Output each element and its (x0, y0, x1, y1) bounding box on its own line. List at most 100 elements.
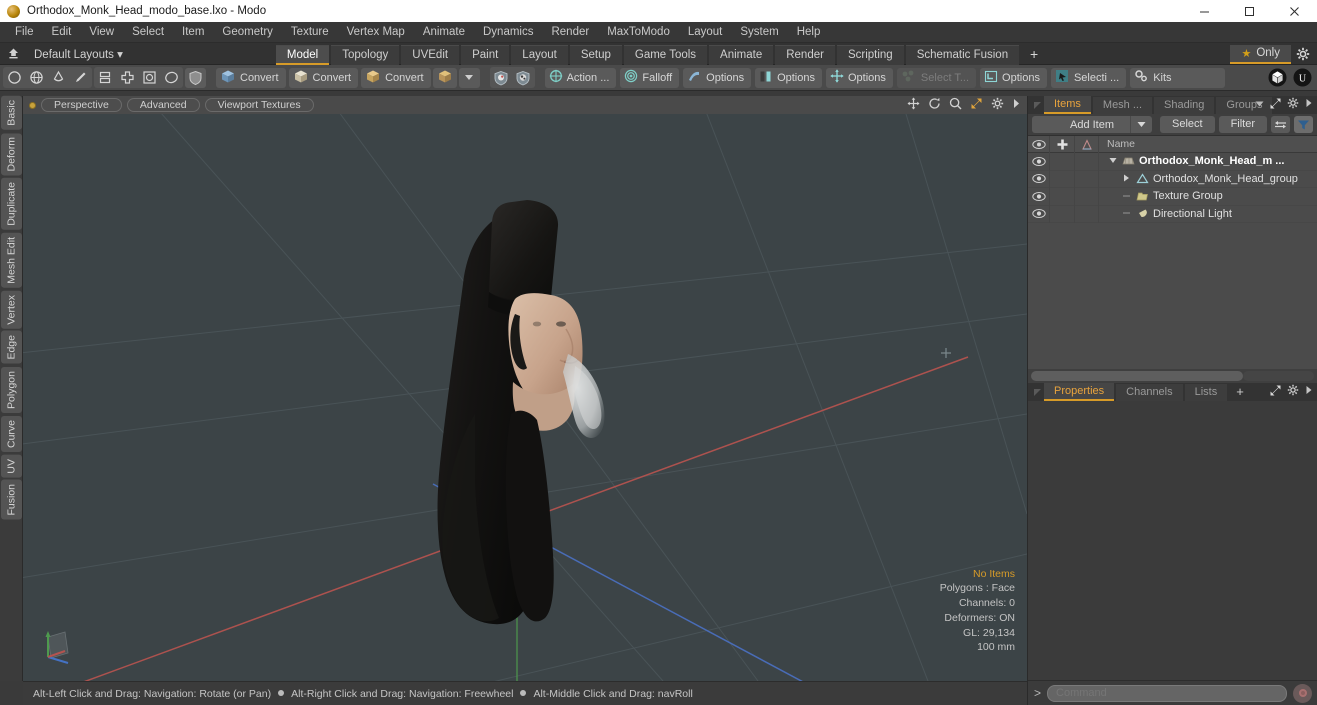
record-icon[interactable] (1293, 683, 1312, 703)
table-row[interactable]: Texture Group (1028, 187, 1317, 206)
scrollbar-track[interactable] (1243, 371, 1314, 381)
close-icon[interactable] (1272, 0, 1317, 22)
menu-item-texture[interactable]: Texture (282, 22, 338, 43)
viewport-active-dot[interactable] (29, 101, 36, 109)
convert-button-1[interactable]: Convert (216, 67, 286, 88)
add-layout-tab-button[interactable]: + (1021, 44, 1047, 64)
row-transform-cell[interactable] (1050, 153, 1075, 170)
item-tree-hscrollbar[interactable] (1028, 369, 1317, 383)
chevron-down-icon[interactable] (1130, 116, 1152, 133)
gear-icon[interactable] (1287, 384, 1299, 399)
layout-tab-setup[interactable]: Setup (569, 44, 622, 65)
toolbar-button-select-through[interactable]: Select T... (896, 67, 977, 88)
add-item-button[interactable]: Add Item (1032, 116, 1152, 133)
minimize-icon[interactable] (1182, 0, 1227, 22)
table-row[interactable]: Orthodox_Monk_Head_m ... (1028, 153, 1317, 171)
shield-ball-icon[interactable] (491, 68, 512, 88)
toolbar-button-action-center[interactable]: Action ... (544, 67, 617, 88)
sphere-icon[interactable] (26, 68, 47, 88)
menu-item-render[interactable]: Render (542, 22, 598, 43)
unity-export-icon[interactable] (1267, 68, 1288, 88)
menu-item-view[interactable]: View (80, 22, 123, 43)
eye-icon[interactable] (1028, 170, 1050, 188)
shield-icon[interactable] (185, 67, 206, 88)
items-tab-shading[interactable]: Shading (1154, 97, 1215, 114)
pan-icon[interactable] (907, 97, 920, 113)
left-tab-fusion[interactable]: Fusion (1, 480, 22, 520)
funnel-icon[interactable] (1294, 116, 1313, 133)
command-input[interactable] (1047, 684, 1287, 702)
gear-icon[interactable] (1287, 97, 1299, 112)
convert-button-3[interactable]: Convert (361, 67, 431, 88)
menu-item-geometry[interactable]: Geometry (213, 22, 282, 43)
layout-tab-topology[interactable]: Topology (331, 44, 400, 65)
left-tab-edge[interactable]: Edge (1, 331, 22, 364)
toolbar-button-workplane-options[interactable]: Options (826, 67, 893, 88)
left-tab-duplicate[interactable]: Duplicate (1, 178, 22, 230)
layout-tab-game-tools[interactable]: Game Tools (623, 44, 708, 65)
menu-item-maxtomodo[interactable]: MaxToModo (598, 22, 679, 43)
rotate-icon[interactable] (928, 97, 941, 113)
circle-icon[interactable] (4, 68, 25, 88)
maximize-icon[interactable] (1227, 0, 1272, 22)
menu-item-edit[interactable]: Edit (43, 22, 81, 43)
layout-tab-scripting[interactable]: Scripting (836, 44, 904, 65)
tree-item[interactable]: Orthodox_Monk_Head_m ... (1099, 155, 1317, 167)
menu-item-select[interactable]: Select (123, 22, 173, 43)
mesh-layers-icon[interactable] (95, 68, 116, 88)
layout-tab-layout[interactable]: Layout (511, 44, 568, 65)
default-layouts-dropdown[interactable]: Default Layouts ▾ (26, 47, 131, 61)
menu-item-file[interactable]: File (6, 22, 43, 43)
row-transform-cell[interactable] (1050, 170, 1075, 188)
menu-item-animate[interactable]: Animate (414, 22, 474, 43)
row-transform-cell[interactable] (1050, 187, 1075, 205)
item-tree[interactable]: Orthodox_Monk_Head_m ... Orthodox_Monk_He… (1028, 153, 1317, 369)
viewport-mode-perspective[interactable]: Perspective (41, 98, 122, 112)
viewport-textures-toggle[interactable]: Viewport Textures (204, 98, 314, 112)
layout-tab-model[interactable]: Model (275, 44, 330, 65)
left-tab-mesh-edit[interactable]: Mesh Edit (1, 232, 22, 288)
chevron-down-icon[interactable] (1107, 157, 1118, 166)
scrollbar-thumb[interactable] (1031, 371, 1244, 381)
row-render-cell[interactable] (1075, 170, 1099, 188)
chevron-right-icon[interactable] (1012, 98, 1021, 112)
cube-dropdown-button[interactable] (432, 67, 457, 88)
cone-icon[interactable] (48, 68, 69, 88)
home-layout-icon[interactable] (0, 43, 26, 65)
left-tab-polygon[interactable]: Polygon (1, 366, 22, 413)
left-tab-uv[interactable]: UV (1, 454, 22, 478)
chevron-down-icon[interactable] (1255, 99, 1264, 111)
items-tab-mesh[interactable]: Mesh ... (1092, 97, 1153, 114)
menu-item-system[interactable]: System (731, 22, 787, 43)
viewport-3d[interactable]: Perspective Advanced Viewport Textures N… (23, 96, 1027, 681)
unreal-export-icon[interactable]: U (1292, 68, 1313, 88)
table-row[interactable]: Orthodox_Monk_Head_group (1028, 170, 1317, 188)
expand-icon[interactable] (1270, 385, 1281, 399)
toolbar-button-selection-set[interactable]: Selecti ... (1050, 67, 1127, 88)
toolbar-button-snap-options[interactable]: Options (683, 67, 752, 88)
axis-gizmo-icon[interactable] (35, 623, 81, 669)
menu-item-vertex-map[interactable]: Vertex Map (338, 22, 414, 43)
layout-tab-animate[interactable]: Animate (709, 44, 774, 65)
gear-icon[interactable] (1291, 44, 1315, 65)
expand-icon[interactable] (1270, 98, 1281, 112)
layout-tab-render[interactable]: Render (775, 44, 835, 65)
menu-item-layout[interactable]: Layout (679, 22, 732, 43)
row-render-cell[interactable] (1075, 205, 1099, 223)
menu-item-dynamics[interactable]: Dynamics (474, 22, 542, 43)
toolbar-button-kits-gear[interactable]: Kits (1130, 67, 1226, 88)
viewport-canvas[interactable]: No Items Polygons : Face Channels: 0 Def… (23, 114, 1027, 681)
tree-item[interactable]: Directional Light (1099, 208, 1317, 220)
eye-icon[interactable] (1028, 205, 1050, 223)
items-tab-items[interactable]: Items (1044, 96, 1091, 114)
fit-icon[interactable] (970, 97, 983, 113)
eye-icon[interactable] (1028, 153, 1050, 170)
properties-tab-lists[interactable]: Lists (1184, 384, 1228, 401)
chevron-right-icon[interactable] (1305, 98, 1313, 111)
convert-button-2[interactable]: Convert (288, 67, 359, 88)
zoom-icon[interactable] (949, 97, 962, 113)
left-tab-vertex[interactable]: Vertex (1, 290, 22, 329)
gear-icon[interactable] (991, 97, 1004, 113)
only-toggle-button[interactable]: ★ Only (1230, 44, 1291, 64)
panel-corner-icon[interactable] (1034, 389, 1041, 396)
